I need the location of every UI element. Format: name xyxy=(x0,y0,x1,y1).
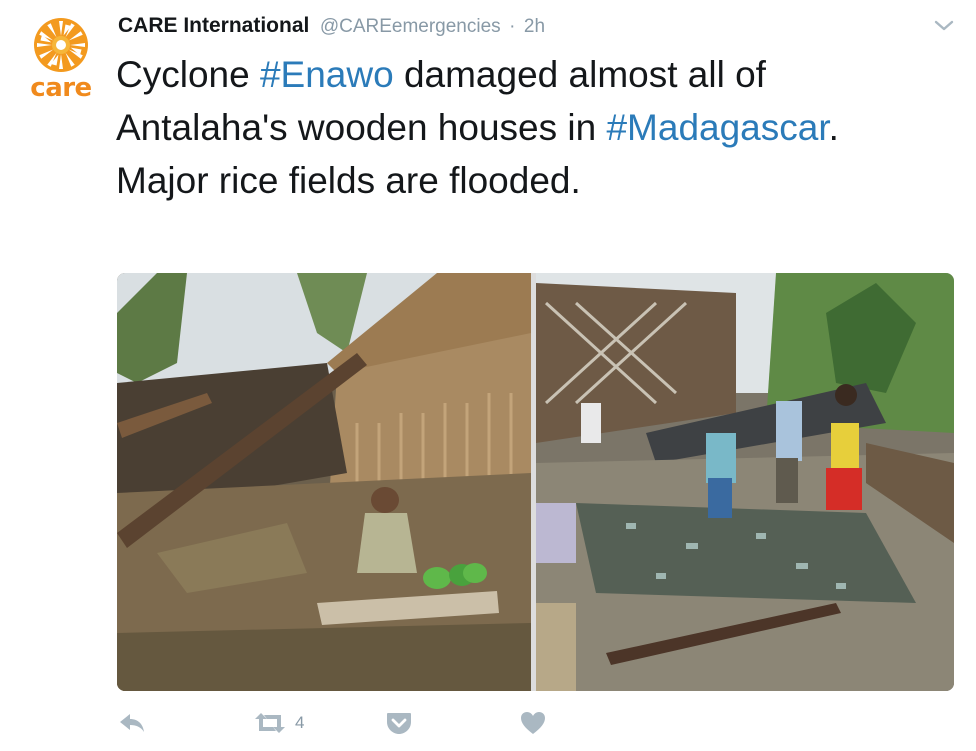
reply-icon xyxy=(120,714,144,732)
tweet-text-part: Cyclone xyxy=(116,54,260,95)
tweet-timestamp[interactable]: 2h xyxy=(524,16,545,37)
tweet-actions: 4 xyxy=(117,705,677,741)
author-name[interactable]: CARE International xyxy=(118,14,309,37)
logo-wordmark: care xyxy=(30,73,92,103)
heart-icon xyxy=(521,712,545,734)
tweet-card[interactable]: care CARE International @CAREemergencies… xyxy=(0,0,976,751)
photo-child-ruins[interactable] xyxy=(117,273,531,691)
reply-button[interactable] xyxy=(117,705,147,741)
retweet-button[interactable]: 4 xyxy=(253,705,304,741)
sun-logo-icon xyxy=(34,18,88,72)
photo-debris-people[interactable] xyxy=(536,273,954,691)
like-button[interactable] xyxy=(519,705,547,741)
author-handle[interactable]: @CAREemergencies xyxy=(320,16,501,37)
hashtag-link[interactable]: #Madagascar xyxy=(606,107,828,148)
hashtag-link[interactable]: #Enawo xyxy=(260,54,394,95)
tweet-media xyxy=(117,273,954,691)
pocket-icon xyxy=(387,713,411,734)
author-avatar[interactable]: care xyxy=(26,14,96,106)
chevron-down-icon[interactable] xyxy=(932,16,956,36)
save-to-pocket-button[interactable] xyxy=(385,705,413,741)
header-separator: · xyxy=(509,16,516,37)
retweet-icon xyxy=(255,713,285,733)
tweet-header: CARE International @CAREemergencies · 2h xyxy=(118,14,545,42)
retweet-count: 4 xyxy=(295,713,305,732)
tweet-text: Cyclone #Enawo damaged almost all of Ant… xyxy=(116,48,936,207)
